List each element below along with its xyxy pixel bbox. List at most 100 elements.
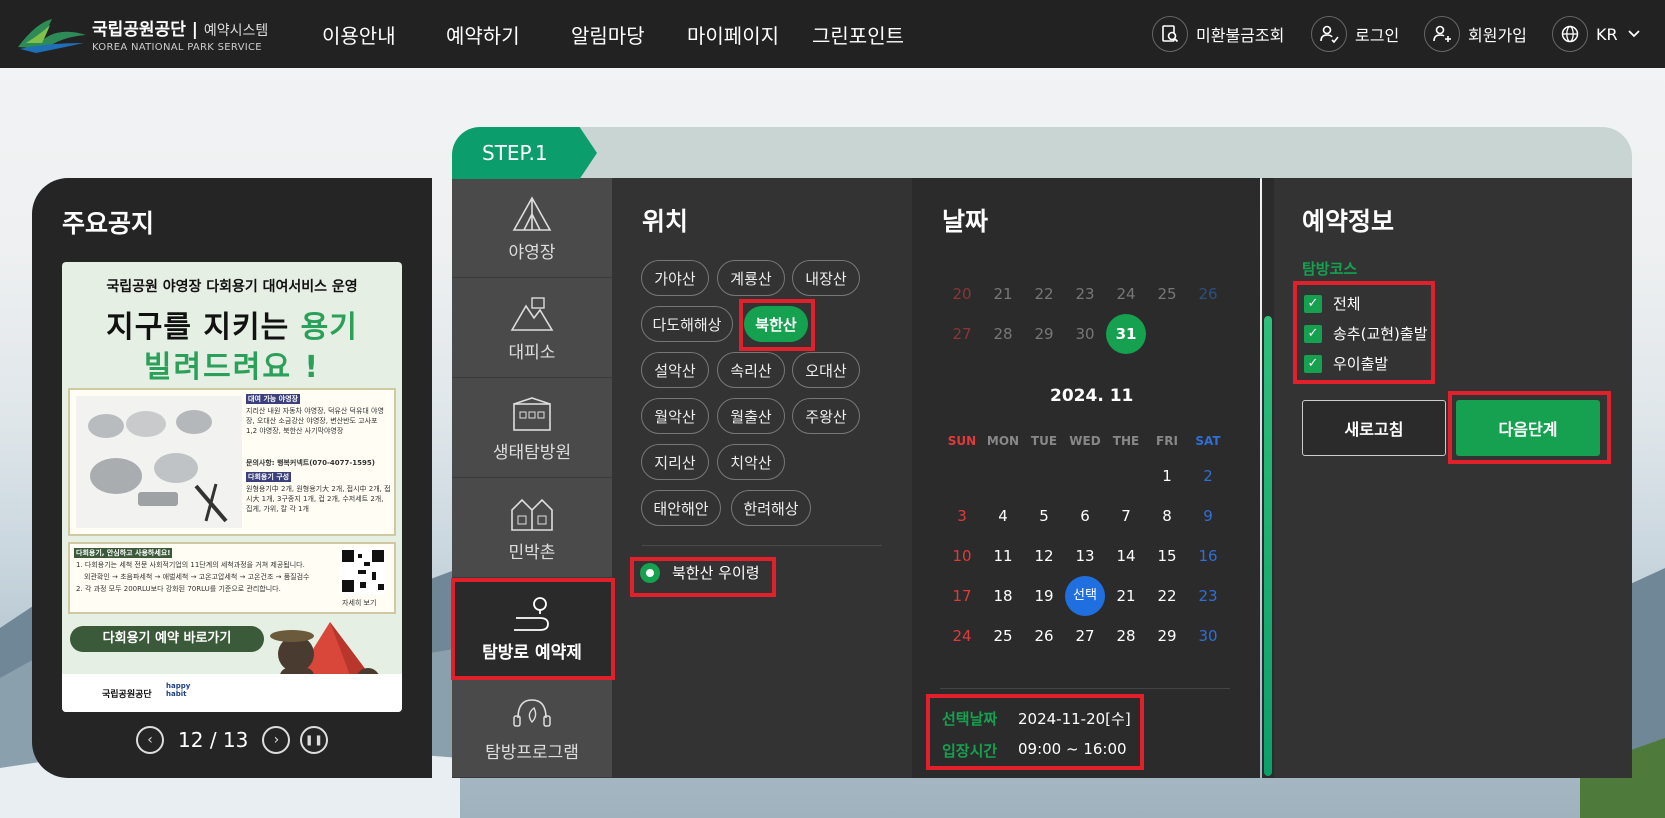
calendar-day[interactable]: 8 <box>1147 496 1187 536</box>
globe-icon <box>1552 16 1588 52</box>
location-chip[interactable]: 계룡산 <box>717 260 785 296</box>
pager-current: 12 <box>178 728 204 752</box>
calendar-day-prev[interactable]: 30 <box>1065 314 1105 354</box>
location-chip[interactable]: 속리산 <box>717 352 785 388</box>
calendar-day-selected[interactable]: 선택 <box>1065 576 1105 616</box>
category-minbak[interactable]: 민박촌 <box>452 478 612 578</box>
user-login-icon <box>1311 16 1347 52</box>
calendar-day-prev[interactable]: 28 <box>983 314 1023 354</box>
calendar-day[interactable]: 1 <box>1147 456 1187 496</box>
location-panel: 위치 가야산 계룡산 내장산 다도해해상 북한산 설악산 속리산 오대산 월악산… <box>612 178 912 778</box>
category-program[interactable]: 탐방프로그램 <box>452 678 612 778</box>
login-link[interactable]: 로그인 <box>1311 14 1399 54</box>
unrefunded-inquiry-link[interactable]: 미환불금조회 <box>1152 14 1284 54</box>
calendar-day-prev[interactable]: 29 <box>1024 314 1064 354</box>
weekday-header: MON <box>986 434 1020 448</box>
category-label: 민박촌 <box>508 543 556 563</box>
nav-item-notice[interactable]: 알림마당 <box>571 20 645 49</box>
notice-poster-banner[interactable]: 국립공원 야영장 다회용기 대여서비스 운영 지구를 지키는 용기 빌려드려요 … <box>62 262 402 712</box>
pause-icon[interactable]: ❚❚ <box>300 726 329 754</box>
nav-item-greenpoint[interactable]: 그린포인트 <box>812 20 904 49</box>
prev-arrow-icon[interactable]: ‹ <box>136 726 164 754</box>
refresh-button[interactable]: 새로고침 <box>1302 400 1446 456</box>
calendar-day[interactable]: 13 <box>1065 536 1105 576</box>
calendar-day[interactable]: 30 <box>1188 616 1228 656</box>
location-chip[interactable]: 주왕산 <box>792 398 860 434</box>
calendar-day[interactable]: 19 <box>1024 576 1064 616</box>
category-sidebar: 야영장 대피소 생태탐방원 민박촌 탐방로 예약제 탐방프로그램 <box>452 178 612 778</box>
location-chip[interactable]: 월출산 <box>717 398 785 434</box>
location-chip[interactable]: 가야산 <box>641 260 709 296</box>
location-chip[interactable]: 월악산 <box>641 398 709 434</box>
knps-logo[interactable]: 국립공원공단 | 예약시스템 KOREA NATIONAL PARK SERVI… <box>16 12 276 56</box>
course-checkbox-label: 송추(교현)출발 <box>1333 325 1428 343</box>
calendar-day[interactable]: 21 <box>1106 576 1146 616</box>
calendar-day[interactable]: 22 <box>1147 576 1187 616</box>
category-shelter[interactable]: 대피소 <box>452 278 612 378</box>
trail-radio-option[interactable]: 북한산 우이령 <box>640 562 760 583</box>
category-trail-reservation[interactable]: 탐방로 예약제 <box>452 578 612 678</box>
calendar-day[interactable]: 6 <box>1065 496 1105 536</box>
calendar-day-prev[interactable]: 25 <box>1147 274 1187 314</box>
calendar-day-prev[interactable]: 20 <box>942 274 982 314</box>
location-chip[interactable]: 내장산 <box>792 260 860 296</box>
headset-leaf-icon <box>513 699 551 727</box>
calendar-day[interactable]: 26 <box>1024 616 1064 656</box>
calendar-day[interactable]: 12 <box>1024 536 1064 576</box>
location-chip[interactable]: 다도해해상 <box>641 306 733 342</box>
course-checkbox[interactable]: ✓ 우이출발 <box>1304 353 1388 374</box>
entry-time-row: 입장시간 09:00 ~ 16:00 <box>942 740 1127 761</box>
nav-item-mypage[interactable]: 마이페이지 <box>687 20 779 49</box>
calendar-day-prev[interactable]: 23 <box>1065 274 1105 314</box>
date-scrollbar[interactable] <box>1262 178 1274 778</box>
calendar-day[interactable]: 9 <box>1188 496 1228 536</box>
calendar-day[interactable]: 27 <box>1065 616 1105 656</box>
calendar-day[interactable]: 10 <box>942 536 982 576</box>
category-eco-center[interactable]: 생태탐방원 <box>452 378 612 478</box>
calendar-day[interactable]: 16 <box>1188 536 1228 576</box>
category-campsite[interactable]: 야영장 <box>452 178 612 278</box>
calendar-day[interactable]: 4 <box>983 496 1023 536</box>
course-checkbox[interactable]: ✓ 전체 <box>1304 293 1361 314</box>
poster-box1-heading: 대여 가능 야영장 <box>246 394 300 404</box>
calendar-day[interactable]: 3 <box>942 496 982 536</box>
calendar-day[interactable]: 15 <box>1147 536 1187 576</box>
location-chip[interactable]: 치악산 <box>717 444 785 480</box>
calendar-day-prev[interactable]: 27 <box>942 314 982 354</box>
calendar-day[interactable]: 28 <box>1106 616 1146 656</box>
calendar-day-today[interactable]: 31 <box>1106 314 1146 354</box>
location-chip[interactable]: 오대산 <box>792 352 860 388</box>
dishware-photo-image <box>76 396 242 528</box>
next-step-button[interactable]: 다음단계 <box>1456 400 1600 456</box>
calendar-day[interactable]: 18 <box>983 576 1023 616</box>
nav-item-reserve[interactable]: 예약하기 <box>446 20 520 49</box>
nav-item-guide[interactable]: 이용안내 <box>322 20 396 49</box>
next-arrow-icon[interactable]: › <box>262 726 291 754</box>
calendar-day[interactable]: 29 <box>1147 616 1187 656</box>
location-chip[interactable]: 한려해상 <box>731 490 811 526</box>
calendar-day[interactable]: 17 <box>942 576 982 616</box>
date-panel: 날짜 2024. 11 선택날짜 2024-11-20[수] 입장시간 09:0… <box>912 178 1260 778</box>
calendar-day-prev[interactable]: 26 <box>1188 274 1228 314</box>
category-label: 탐방프로그램 <box>485 743 579 763</box>
calendar-day[interactable]: 23 <box>1188 576 1228 616</box>
calendar-day[interactable]: 25 <box>983 616 1023 656</box>
location-chip[interactable]: 설악산 <box>641 352 709 388</box>
calendar-day-prev[interactable]: 21 <box>983 274 1023 314</box>
signup-link[interactable]: 회원가입 <box>1424 14 1527 54</box>
calendar-day[interactable]: 2 <box>1188 456 1228 496</box>
language-selector[interactable]: KR <box>1552 14 1640 54</box>
location-chip-selected[interactable]: 북한산 <box>744 306 808 342</box>
calendar-day[interactable]: 24 <box>942 616 982 656</box>
calendar-day-prev[interactable]: 24 <box>1106 274 1146 314</box>
calendar-day[interactable]: 11 <box>983 536 1023 576</box>
location-chip[interactable]: 태안해안 <box>641 490 721 526</box>
calendar-day[interactable]: 14 <box>1106 536 1146 576</box>
calendar-day-prev[interactable]: 22 <box>1024 274 1064 314</box>
location-chip[interactable]: 지리산 <box>641 444 709 480</box>
category-label: 야영장 <box>508 243 556 263</box>
calendar-day[interactable]: 5 <box>1024 496 1064 536</box>
course-checkbox[interactable]: ✓ 송추(교현)출발 <box>1304 323 1428 344</box>
scrollbar-thumb[interactable] <box>1264 316 1272 776</box>
calendar-day[interactable]: 7 <box>1106 496 1146 536</box>
